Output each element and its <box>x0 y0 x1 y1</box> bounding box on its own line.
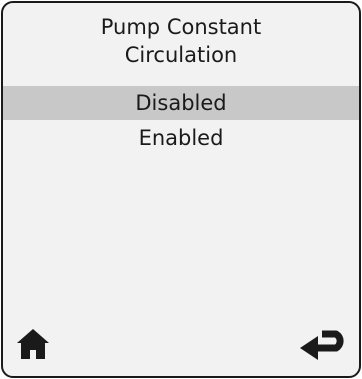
option-disabled-label: Disabled <box>135 91 227 115</box>
option-enabled-label: Enabled <box>138 126 224 150</box>
display-screen: Pump Constant Circulation Disabled Enabl… <box>1 1 361 378</box>
title-line-2: Circulation <box>124 43 238 67</box>
title-line-1: Pump Constant <box>100 15 262 39</box>
option-disabled[interactable]: Disabled <box>3 86 359 120</box>
home-icon <box>17 329 49 359</box>
back-button[interactable] <box>296 328 348 368</box>
option-enabled[interactable]: Enabled <box>3 121 359 155</box>
return-arrow-icon <box>300 330 344 360</box>
page-title: Pump Constant Circulation <box>3 13 359 69</box>
home-button[interactable] <box>15 326 51 362</box>
